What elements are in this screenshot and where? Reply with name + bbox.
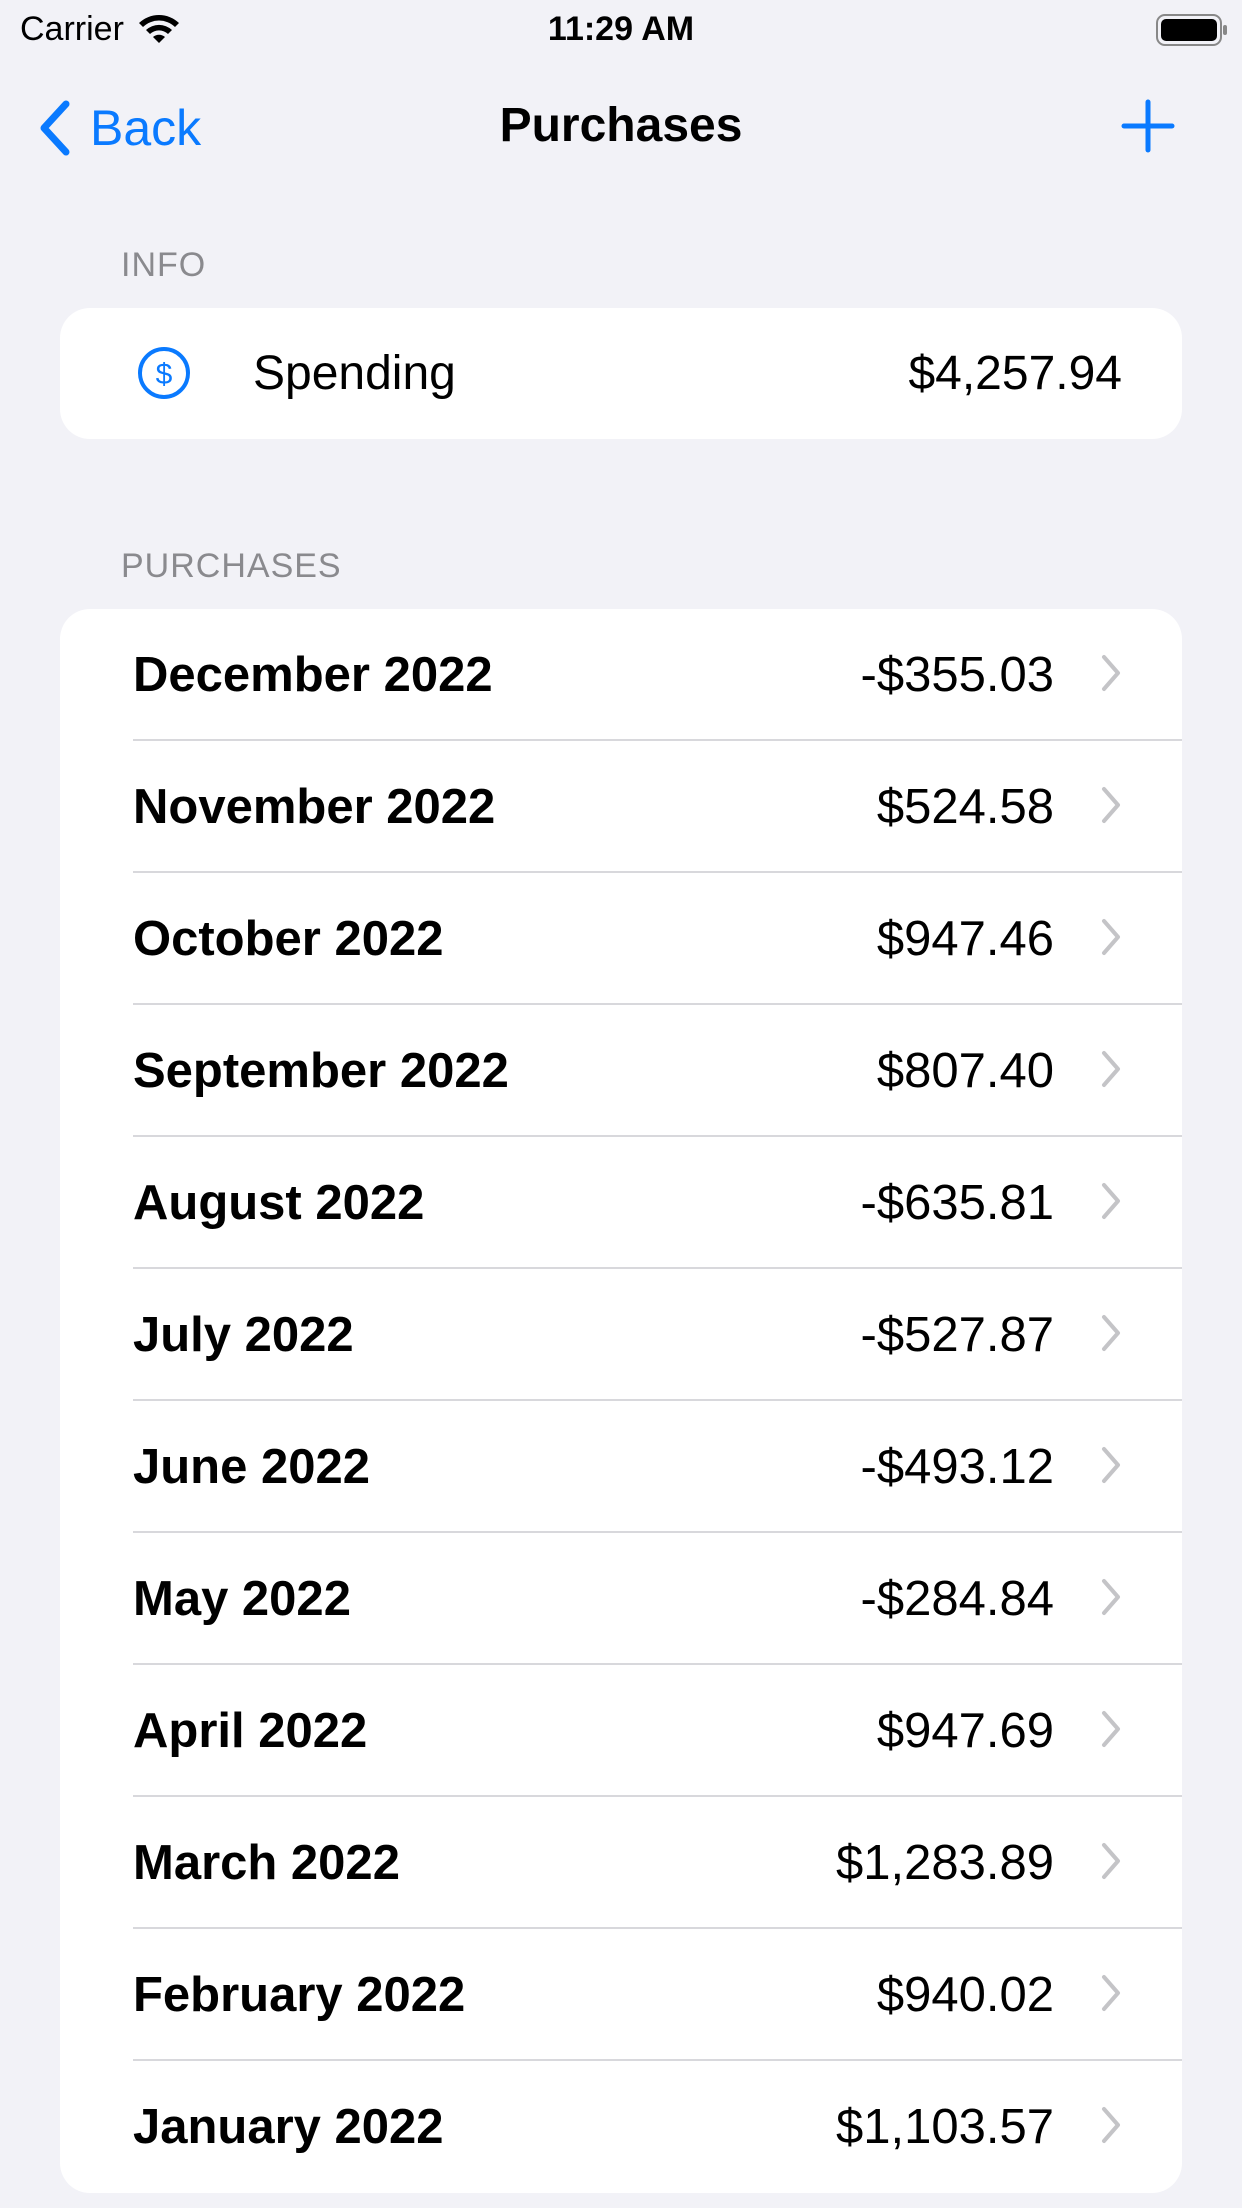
chevron-right-icon <box>1102 1579 1120 1615</box>
purchase-month: March 2022 <box>133 1836 400 1890</box>
purchase-month: September 2022 <box>133 1044 509 1098</box>
list-item[interactable]: June 2022 -$493.12 <box>60 1401 1182 1533</box>
purchase-amount: $940.02 <box>876 1968 1054 2022</box>
list-item[interactable]: October 2022 $947.46 <box>60 873 1182 1005</box>
page-title: Purchases <box>499 99 743 152</box>
chevron-right-icon <box>1102 1183 1120 1219</box>
chevron-right-icon <box>1102 1975 1120 2011</box>
chevron-right-icon <box>1102 655 1120 691</box>
purchase-amount: $524.58 <box>876 780 1054 834</box>
purchases-list: December 2022 -$355.03 November 2022 $524.5… <box>60 609 1182 2193</box>
status-bar: Carrier 11:29 AM <box>0 0 1242 62</box>
purchase-amount: -$527.87 <box>860 1308 1054 1362</box>
purchase-amount: $1,103.57 <box>836 2100 1054 2154</box>
purchase-amount: -$493.12 <box>860 1440 1054 1494</box>
chevron-right-icon <box>1102 787 1120 823</box>
battery-icon <box>1156 14 1227 46</box>
purchase-month: April 2022 <box>133 1704 368 1758</box>
chevron-right-icon <box>1102 1051 1120 1087</box>
purchase-amount: $947.46 <box>876 912 1054 966</box>
spending-row: $ Spending $4,257.94 <box>60 308 1182 439</box>
list-item[interactable]: September 2022 $807.40 <box>60 1005 1182 1137</box>
purchase-amount: -$284.84 <box>860 1572 1054 1626</box>
chevron-right-icon <box>1102 1711 1120 1747</box>
purchase-month: November 2022 <box>133 780 496 834</box>
purchases-section-header: PURCHASES <box>121 547 342 585</box>
list-item[interactable]: November 2022 $524.58 <box>60 741 1182 873</box>
svg-text:$: $ <box>156 358 173 391</box>
list-item[interactable]: February 2022 $940.02 <box>60 1929 1182 2061</box>
purchase-amount: $1,283.89 <box>836 1836 1054 1890</box>
list-item[interactable]: July 2022 -$527.87 <box>60 1269 1182 1401</box>
list-item[interactable]: August 2022 -$635.81 <box>60 1137 1182 1269</box>
status-time: 11:29 AM <box>547 10 695 48</box>
purchase-amount: -$635.81 <box>860 1176 1054 1230</box>
chevron-right-icon <box>1102 2107 1120 2143</box>
chevron-right-icon <box>1102 1843 1120 1879</box>
info-section-header: INFO <box>121 246 207 284</box>
list-item[interactable]: May 2022 -$284.84 <box>60 1533 1182 1665</box>
list-item[interactable]: April 2022 $947.69 <box>60 1665 1182 1797</box>
purchase-amount: -$355.03 <box>860 648 1054 702</box>
purchase-amount: $947.69 <box>876 1704 1054 1758</box>
purchase-month: October 2022 <box>133 912 444 966</box>
chevron-right-icon <box>1102 919 1120 955</box>
spending-value: $4,257.94 <box>908 347 1122 400</box>
purchase-month: July 2022 <box>133 1308 354 1362</box>
purchase-amount: $807.40 <box>876 1044 1054 1098</box>
navigation-bar: Back Purchases <box>0 88 1242 168</box>
chevron-right-icon <box>1102 1447 1120 1483</box>
purchase-month: August 2022 <box>133 1176 425 1230</box>
plus-icon[interactable] <box>1120 98 1176 154</box>
purchase-month: May 2022 <box>133 1572 351 1626</box>
list-item[interactable]: December 2022 -$355.03 <box>60 609 1182 741</box>
purchase-month: February 2022 <box>133 1968 466 2022</box>
purchase-month: June 2022 <box>133 1440 370 1494</box>
list-item[interactable]: January 2022 $1,103.57 <box>60 2061 1182 2193</box>
dollar-circle-icon: $ <box>138 347 190 399</box>
info-card: $ Spending $4,257.94 <box>60 308 1182 439</box>
purchase-month: January 2022 <box>133 2100 444 2154</box>
chevron-right-icon <box>1102 1315 1120 1351</box>
spending-label: Spending <box>253 347 456 400</box>
list-item[interactable]: March 2022 $1,283.89 <box>60 1797 1182 1929</box>
purchase-month: December 2022 <box>133 648 493 702</box>
